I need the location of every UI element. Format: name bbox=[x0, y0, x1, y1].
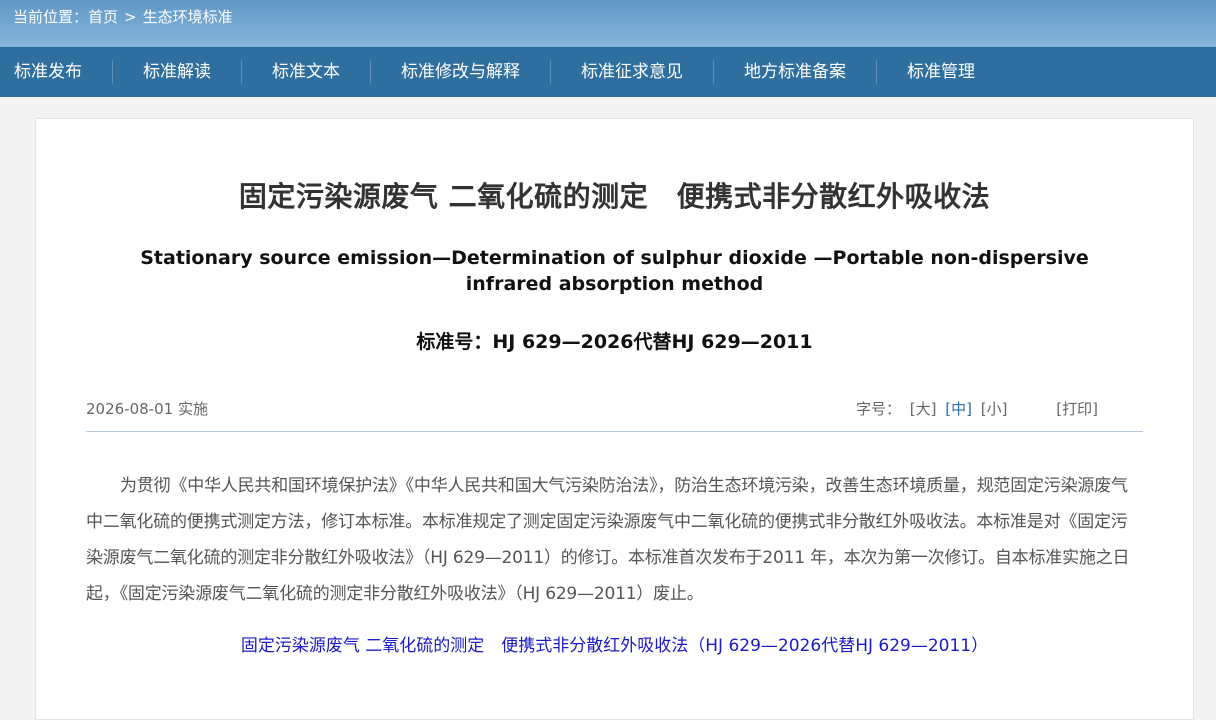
english-title: Stationary source emission—Determination… bbox=[140, 247, 1089, 295]
print-button[interactable]: [打印] bbox=[1056, 400, 1098, 418]
nav-item-standard-release[interactable]: 标准发布 bbox=[0, 60, 113, 84]
top-banner: 当前位置：首页 > 生态环境标准 bbox=[0, 0, 1216, 47]
font-small-button[interactable]: [小] bbox=[981, 400, 1008, 418]
nav-item-standard-management[interactable]: 标准管理 bbox=[877, 60, 1005, 84]
nav-item-standard-consultation[interactable]: 标准征求意见 bbox=[551, 60, 714, 84]
breadcrumb-current-link[interactable]: 生态环境标准 bbox=[143, 8, 233, 26]
breadcrumb-prefix: 当前位置： bbox=[13, 8, 89, 26]
standard-number: 标准号：HJ 629—2026代替HJ 629—2011 bbox=[416, 331, 813, 353]
article-card: 固定污染源废气 二氧化硫的测定 便携式非分散红外吸收法 Stationary s… bbox=[35, 118, 1194, 720]
breadcrumb-separator: > bbox=[124, 8, 137, 26]
effective-date: 2026-08-01 实施 bbox=[86, 400, 208, 418]
nav-item-local-standard-filing[interactable]: 地方标准备案 bbox=[714, 60, 877, 84]
nav-item-standard-amendment[interactable]: 标准修改与解释 bbox=[371, 60, 551, 84]
font-large-button[interactable]: [大] bbox=[910, 400, 937, 418]
font-size-label: 字号： bbox=[855, 400, 901, 418]
nav-item-standard-interpretation[interactable]: 标准解读 bbox=[113, 60, 242, 84]
nav-item-standard-text[interactable]: 标准文本 bbox=[242, 60, 371, 84]
breadcrumb: 当前位置：首页 > 生态环境标准 bbox=[13, 6, 233, 27]
attachment: 固定污染源废气 二氧化硫的测定 便携式非分散红外吸收法（HJ 629—2026代… bbox=[36, 631, 1193, 656]
breadcrumb-home-link[interactable]: 首页 bbox=[88, 8, 118, 26]
article-body: 为贯彻《中华人民共和国环境保护法》《中华人民共和国大气污染防治法》，防治生态环境… bbox=[86, 476, 1130, 604]
main-nav: 标准发布 标准解读 标准文本 标准修改与解释 标准征求意见 地方标准备案 标准管… bbox=[0, 47, 1216, 97]
article-meta: 2026-08-01 实施 字号： [大] [中] [小] [打印] bbox=[86, 398, 1143, 432]
attachment-link[interactable]: 固定污染源废气 二氧化硫的测定 便携式非分散红外吸收法（HJ 629—2026代… bbox=[241, 636, 988, 656]
page-title: 固定污染源废气 二氧化硫的测定 便携式非分散红外吸收法 bbox=[238, 180, 991, 213]
article-tools: 字号： [大] [中] [小] [打印] bbox=[856, 398, 1098, 419]
font-medium-button[interactable]: [中] bbox=[945, 400, 972, 418]
